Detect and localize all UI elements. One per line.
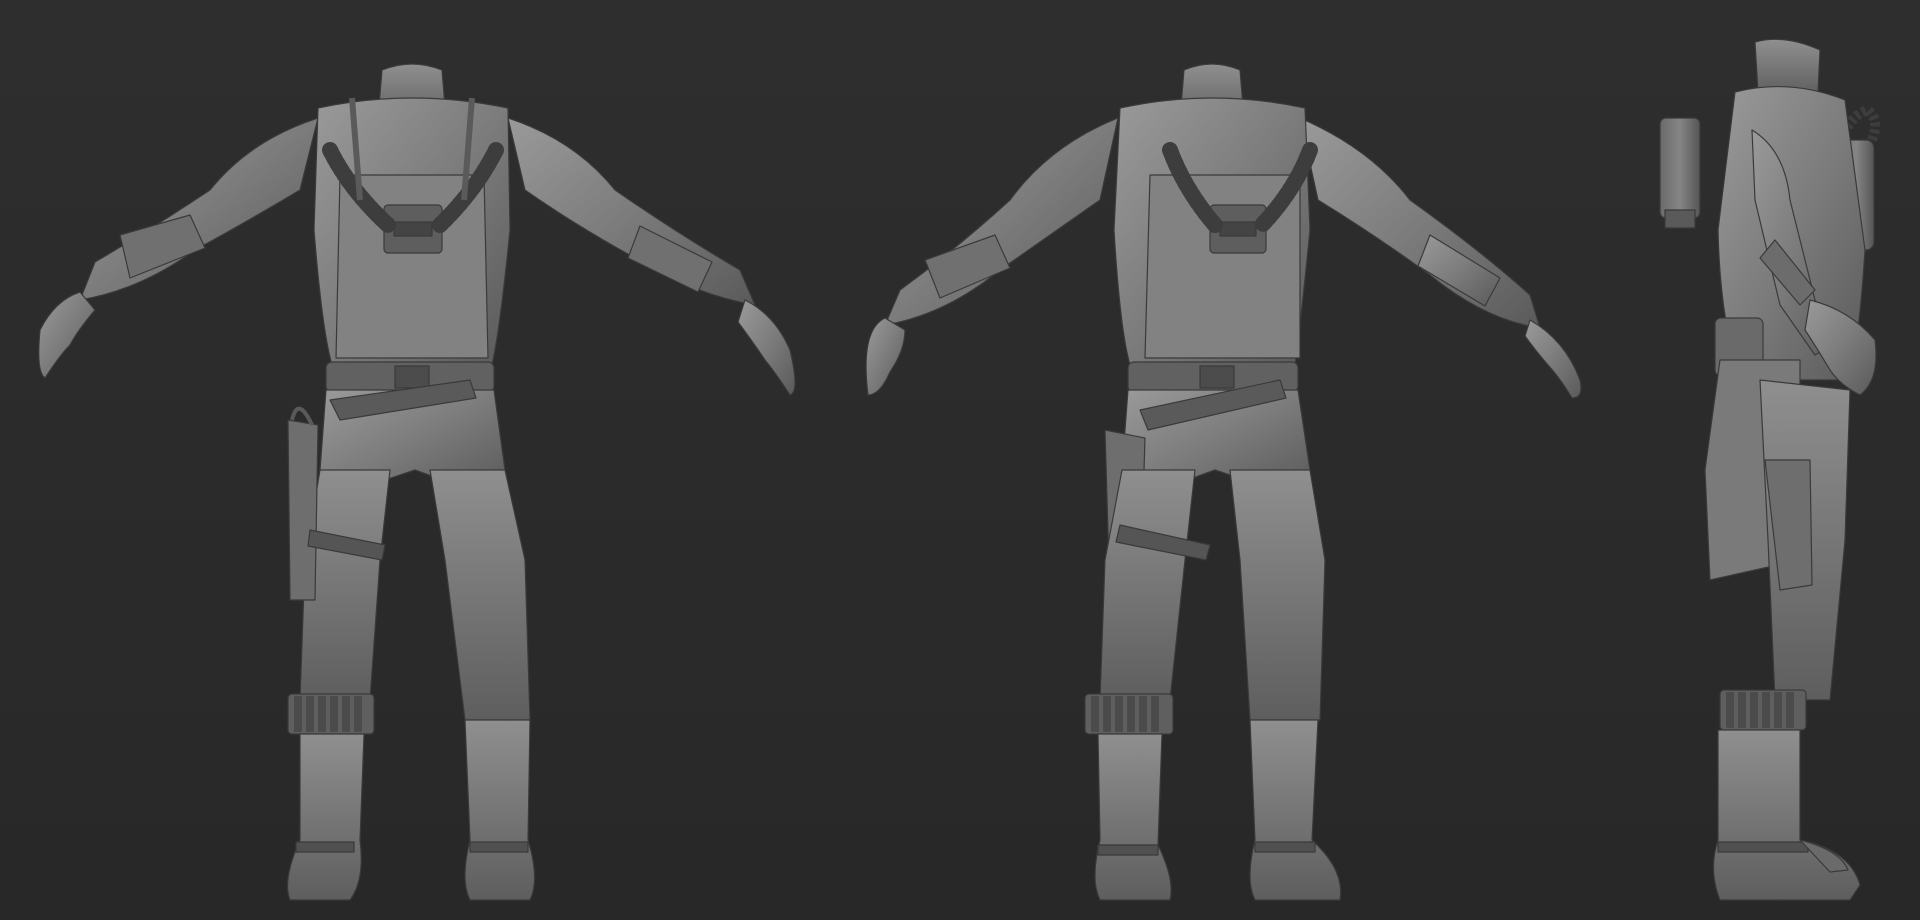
render-canvas <box>0 0 1920 920</box>
viewport <box>0 0 1920 920</box>
